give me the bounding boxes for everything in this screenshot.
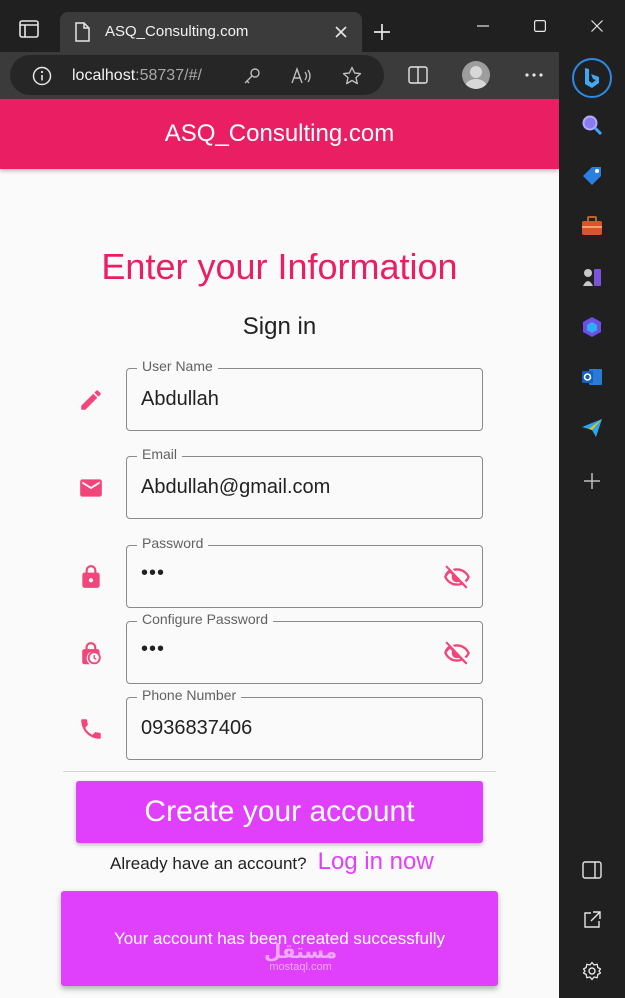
login-link[interactable]: Log in now [318, 848, 434, 876]
edge-sidebar [559, 52, 625, 998]
star-icon[interactable] [341, 65, 363, 87]
watermark-arabic: مستقل [264, 939, 338, 963]
visibility-off-icon[interactable] [443, 563, 471, 591]
close-window-icon[interactable] [577, 10, 617, 42]
phone-icon [76, 714, 106, 744]
app-title: ASQ_Consulting.com [164, 120, 395, 147]
password-value: ••• [141, 562, 166, 584]
bing-copilot-icon[interactable] [572, 58, 612, 98]
pencil-icon [76, 385, 106, 415]
settings-gear-icon[interactable] [579, 958, 605, 984]
minimize-icon[interactable] [463, 10, 503, 42]
page-icon [74, 22, 90, 47]
sign-in-subheading: Sign in [242, 313, 317, 340]
success-snackbar: Your account has been created successful… [61, 891, 498, 986]
confirm-password-field[interactable]: Configure Password ••• [126, 611, 483, 684]
visibility-off-icon[interactable] [443, 639, 471, 667]
phone-value: 0936837406 [141, 717, 253, 739]
add-icon[interactable] [579, 468, 605, 494]
maximize-icon[interactable] [520, 10, 560, 42]
more-icon[interactable] [521, 62, 547, 88]
create-account-button[interactable]: Create your account [76, 781, 483, 843]
toolbox-icon[interactable] [579, 213, 605, 239]
read-aloud-icon[interactable] [291, 65, 313, 87]
send-icon[interactable] [579, 415, 605, 441]
login-row: Already have an account? Log in now [110, 848, 434, 878]
confirm-password-label: Configure Password [137, 611, 274, 627]
lock-icon [76, 562, 106, 592]
tab-strip: ASQ_Consulting.com [0, 0, 625, 52]
app-bar: ASQ_Consulting.com [0, 99, 559, 169]
email-label: Email [137, 446, 183, 462]
shopping-tag-icon[interactable] [579, 163, 605, 189]
url-host: localhost [72, 67, 136, 84]
games-icon[interactable] [579, 264, 605, 290]
page-heading: Enter your Information [101, 246, 458, 287]
open-external-icon[interactable] [579, 907, 605, 933]
mostaql-watermark: مستقل mostaql.com [264, 941, 337, 973]
tab-title: ASQ_Consulting.com [105, 23, 249, 40]
profile-avatar[interactable] [462, 61, 490, 89]
tab-actions-icon[interactable] [14, 14, 44, 44]
email-field[interactable]: Email Abdullah@gmail.com [126, 446, 483, 519]
close-tab-icon[interactable] [330, 21, 352, 43]
address-bar[interactable]: localhost:58737/#/ [10, 55, 384, 95]
app-page: ASQ_Consulting.com Enter your Informatio… [0, 99, 559, 998]
phone-field[interactable]: Phone Number 0936837406 [126, 687, 483, 760]
username-field[interactable]: User Name Abdullah [126, 358, 483, 431]
email-value: Abdullah@gmail.com [141, 476, 331, 498]
outlook-icon[interactable] [579, 364, 605, 390]
hide-sidebar-icon[interactable] [579, 857, 605, 883]
new-tab-plus-icon[interactable] [368, 18, 396, 46]
browser-toolbar: localhost:58737/#/ [0, 52, 625, 99]
email-icon [76, 473, 106, 503]
watermark-latin: mostaql.com [269, 961, 332, 973]
split-screen-icon[interactable] [405, 62, 431, 88]
phone-label: Phone Number [137, 687, 242, 703]
microsoft-365-icon[interactable] [579, 314, 605, 340]
key-icon[interactable] [241, 65, 263, 87]
info-icon[interactable] [32, 66, 52, 91]
url-path: :58737/#/ [135, 67, 202, 84]
browser-tab[interactable]: ASQ_Consulting.com [60, 12, 362, 52]
divider [63, 771, 496, 772]
search-icon[interactable] [579, 112, 605, 138]
url-text[interactable]: localhost:58737/#/ [72, 67, 202, 85]
username-label: User Name [137, 358, 218, 374]
username-value: Abdullah [141, 388, 219, 410]
confirm-password-value: ••• [141, 638, 166, 660]
login-question: Already have an account? [110, 854, 307, 873]
password-field[interactable]: Password ••• [126, 535, 483, 608]
lock-clock-icon [76, 639, 106, 669]
password-label: Password [137, 535, 209, 551]
